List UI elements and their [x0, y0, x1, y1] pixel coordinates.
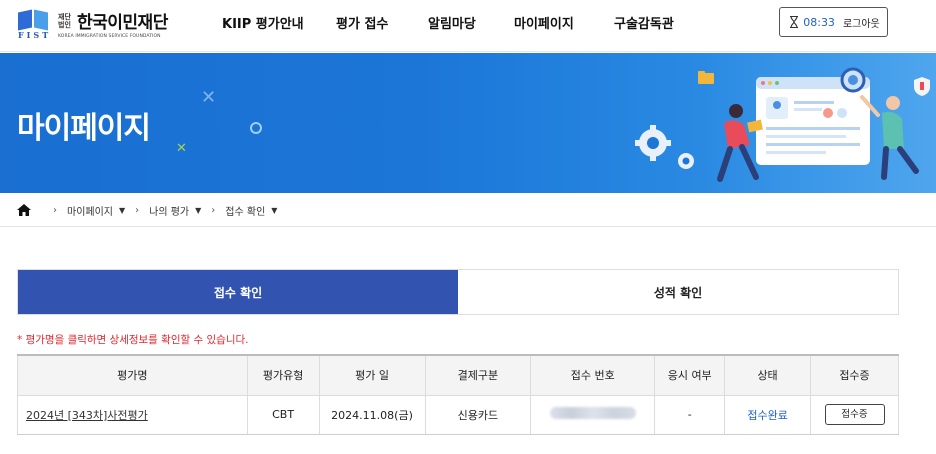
- logo-name: 한국이민재단: [77, 13, 168, 33]
- tab-bar: 접수 확인 성적 확인: [17, 269, 899, 315]
- logout-button[interactable]: 로그아웃: [843, 15, 880, 30]
- breadcrumb: › 마이페이지 ▼ › 나의 평가 ▼ › 접수 확인 ▼: [0, 194, 936, 227]
- application-status[interactable]: 접수완료: [747, 409, 787, 422]
- chevron-right-icon: ›: [135, 204, 140, 216]
- table-row: 2024년 [343차]사전평가 CBT 2024.11.08(금) 신용카드 …: [17, 394, 899, 435]
- column-header: 상태: [724, 354, 811, 396]
- decorative-x-icon: ✕: [201, 87, 217, 108]
- session-timer: 08:33: [803, 15, 835, 29]
- exam-type: CBT: [246, 394, 320, 435]
- chevron-right-icon: ›: [53, 204, 57, 216]
- redacted-application-number: [549, 407, 636, 419]
- logo-small-label: 재단 법인: [58, 12, 71, 29]
- tab-score-check[interactable]: 성적 확인: [458, 270, 898, 314]
- column-header: 접수증: [810, 354, 899, 396]
- table-header-row: 평가명 평가유형 평가 일 결제구분 접수 번호 응시 여부 상태 접수증: [17, 354, 899, 396]
- banner-illustration: [635, 67, 930, 182]
- column-header: 접수 번호: [530, 354, 656, 396]
- breadcrumb-item-my-exams[interactable]: 나의 평가 ▼: [149, 203, 201, 218]
- column-header: 결제구분: [424, 354, 532, 396]
- breadcrumb-item-mypage[interactable]: 마이페이지 ▼: [67, 203, 125, 218]
- nav-item-apply[interactable]: 평가 접수: [336, 0, 388, 44]
- page-title: 마이페이지: [17, 111, 151, 146]
- nav-item-kiip-guide[interactable]: KIIP 평가안내: [222, 0, 304, 44]
- page-banner: ✕ ✕ 마이페이지: [0, 53, 936, 193]
- site-logo[interactable]: FIST 재단 법인 한국이민재단 KOREA IMMIGRATION SERVI…: [16, 8, 168, 40]
- column-header: 응시 여부: [654, 354, 726, 396]
- nav-item-mypage[interactable]: 마이페이지: [514, 0, 574, 44]
- column-header: 평가유형: [246, 354, 320, 396]
- caret-down-icon: ▼: [271, 205, 278, 215]
- column-header: 평가명: [17, 354, 248, 396]
- payment-method: 신용카드: [424, 394, 532, 435]
- foundation-logo-icon: FIST: [16, 9, 54, 40]
- caret-down-icon: ▼: [119, 205, 126, 215]
- decorative-circle-icon: [250, 122, 262, 134]
- application-table: 평가명 평가유형 평가 일 결제구분 접수 번호 응시 여부 상태 접수증 20…: [17, 354, 899, 435]
- site-header: FIST 재단 법인 한국이민재단 KOREA IMMIGRATION SERVI…: [0, 0, 936, 52]
- gear-icon: [678, 153, 694, 169]
- session-box: 08:33 로그아웃: [779, 7, 888, 37]
- logo-subtitle: KOREA IMMIGRATION SERVICE FOUNDATION: [58, 34, 161, 39]
- attendance-status: -: [654, 394, 726, 435]
- nav-item-oral-supervisor[interactable]: 구술감독관: [614, 0, 674, 44]
- receipt-button[interactable]: 접수증: [824, 404, 885, 425]
- notice-text: * 평가명을 클릭하면 상세정보를 확인할 수 있습니다.: [17, 334, 249, 346]
- caret-down-icon: ▼: [195, 205, 202, 215]
- exam-name-link[interactable]: 2024년 [343차]사전평가: [26, 409, 148, 422]
- breadcrumb-item-apply-check[interactable]: 접수 확인 ▼: [225, 203, 277, 218]
- home-icon[interactable]: [17, 204, 31, 216]
- gear-icon: [635, 125, 671, 161]
- nav-item-notices[interactable]: 알림마당: [428, 0, 476, 44]
- hourglass-icon: [790, 15, 799, 29]
- column-header: 평가 일: [318, 354, 426, 396]
- chevron-right-icon: ›: [211, 204, 216, 216]
- exam-date: 2024.11.08(금): [318, 394, 426, 435]
- decorative-x-icon: ✕: [176, 141, 187, 156]
- tab-apply-check[interactable]: 접수 확인: [18, 270, 458, 314]
